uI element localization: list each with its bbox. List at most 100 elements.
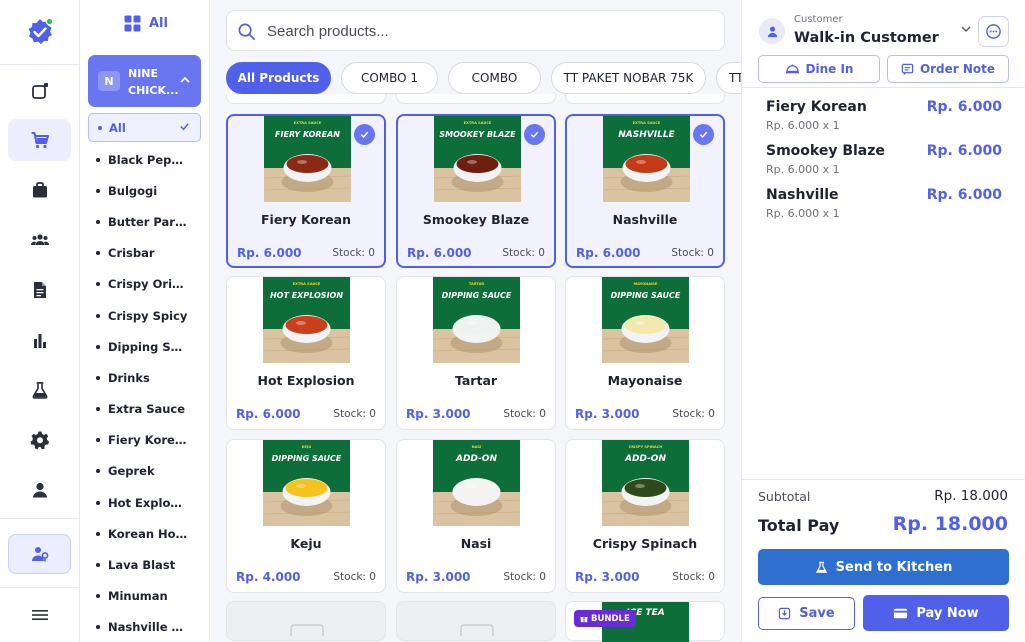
category-label: Crispy Origi... xyxy=(108,277,188,292)
pay-now-button[interactable]: Pay Now xyxy=(863,595,1009,631)
product-card-placeholder[interactable] xyxy=(396,601,556,641)
rail-new-window[interactable] xyxy=(8,70,71,112)
product-name: Crispy Spinach xyxy=(592,536,698,551)
product-card[interactable]: EXTRA SAUCE HOT EXPLOSION Hot Explosion Rp.… xyxy=(226,276,386,430)
rail-cart[interactable] xyxy=(8,119,71,161)
product-price: Rp. 3.000 xyxy=(575,407,640,421)
order-line-item[interactable]: Nashville Rp. 6.000 Rp. 6.000 x 1 xyxy=(766,187,1002,227)
rail-divider xyxy=(0,64,80,65)
product-name: Tartar xyxy=(454,373,498,388)
svg-text:FIERY KOREAN: FIERY KOREAN xyxy=(275,130,340,139)
product-image: MAYONAISE DIPPING SAUCE xyxy=(602,277,689,363)
svg-text:ADD-ON: ADD-ON xyxy=(455,454,497,464)
tab-tt-p[interactable]: TT P xyxy=(716,62,741,94)
product-stock: Stock: 0 xyxy=(333,571,376,583)
save-label: Save xyxy=(799,606,835,621)
product-area: All Products COMBO 1 COMBO TT PAKET NOBAR 7… xyxy=(211,0,741,642)
category-item[interactable]: Lava Blast xyxy=(96,549,204,580)
brand-selector[interactable]: N NINE CHICK... xyxy=(88,55,201,107)
brand-name-line1: NINE xyxy=(128,67,159,80)
tab-tt-paket-nobar-75k[interactable]: TT PAKET NOBAR 75K xyxy=(551,62,706,94)
category-item[interactable]: Nashville Del... xyxy=(96,612,204,642)
rail-menu[interactable] xyxy=(8,594,71,636)
chevron-down-icon[interactable] xyxy=(959,22,973,36)
menu-icon xyxy=(31,610,48,620)
product-image: NASI ADD-ON xyxy=(433,440,520,526)
category-item[interactable]: Crispy Origi... xyxy=(96,269,204,300)
app-logo-icon[interactable] xyxy=(26,18,54,46)
category-item[interactable]: Dipping Sau... xyxy=(96,331,204,362)
category-item[interactable]: Hot Explosion xyxy=(96,487,204,518)
tab-combo-1[interactable]: COMBO 1 xyxy=(341,62,438,94)
product-card[interactable]: CRISPY SPINACH ADD-ON Crispy Spinach Rp. 3.… xyxy=(565,439,725,593)
bullet xyxy=(96,188,100,193)
product-card[interactable]: EXTRA SAUCE NASHVILLE Nashville Rp. 6.000 St… xyxy=(565,114,725,268)
category-item[interactable]: Crisbar xyxy=(96,238,204,269)
product-card[interactable]: EXTRA SAUCE SMOOKEY BLAZE Smookey Blaze Rp.… xyxy=(396,114,556,268)
rail-settings[interactable] xyxy=(8,419,71,461)
selected-check-icon xyxy=(693,124,714,145)
rail-customers[interactable] xyxy=(8,219,71,261)
product-grid: EXTRA SAUCE FIERY KOREAN Fiery Korean Rp. 6… xyxy=(226,94,741,642)
tab-all-products[interactable]: All Products xyxy=(226,62,331,94)
category-item[interactable]: Crispy Spicy xyxy=(96,300,204,331)
category-item[interactable]: Geprek xyxy=(96,456,204,487)
rail-products[interactable] xyxy=(8,169,71,211)
category-label: Bulgogi xyxy=(108,183,158,198)
order-line-item[interactable]: Fiery Korean Rp. 6.000 Rp. 6.000 x 1 xyxy=(766,99,1002,139)
order-note-label: Order Note xyxy=(919,62,996,76)
svg-text:EXTRA SAUCE: EXTRA SAUCE xyxy=(633,121,661,125)
order-item-price: Rp. 6.000 xyxy=(926,99,1002,115)
category-label: Geprek xyxy=(108,464,155,479)
dine-in-button[interactable]: Dine In xyxy=(758,55,880,83)
save-button[interactable]: Save xyxy=(758,597,855,630)
category-item[interactable]: Minuman xyxy=(96,581,204,612)
bullet xyxy=(96,469,100,474)
order-item-name: Smookey Blaze xyxy=(766,143,885,159)
search-input[interactable] xyxy=(267,20,707,42)
bar-chart-icon xyxy=(33,334,46,348)
product-stock: Stock: 0 xyxy=(503,571,546,583)
customer-name[interactable]: Walk-in Customer xyxy=(794,30,939,46)
bundle-product-card[interactable]: ICE TEA BUNDLE xyxy=(565,601,725,642)
product-card-placeholder[interactable] xyxy=(226,601,386,641)
order-item-price: Rp. 6.000 xyxy=(926,143,1002,159)
product-card-partial xyxy=(396,94,556,104)
staff-icon xyxy=(31,547,48,562)
all-categories-button[interactable]: All xyxy=(124,13,168,33)
category-item[interactable]: Extra Sauce xyxy=(96,394,204,425)
category-item[interactable]: Drinks xyxy=(96,362,204,393)
bullet xyxy=(96,157,100,162)
category-item[interactable]: Black Pepper xyxy=(96,144,204,175)
rail-profile[interactable] xyxy=(8,469,71,511)
category-item[interactable]: Fiery Korean xyxy=(96,425,204,456)
more-options-button[interactable] xyxy=(978,16,1009,47)
person-icon xyxy=(32,482,47,498)
product-card[interactable]: KEJU DIPPING SAUCE Keju Rp. 4.000 Stock: 0 xyxy=(226,439,386,593)
rail-reports[interactable] xyxy=(8,269,71,311)
pos-app: All N NINE CHICK... All Black Pepper Bulg… xyxy=(0,0,1025,642)
subtotal-label: Subtotal xyxy=(758,489,811,504)
order-panel: Customer Walk-in Customer Dine In Order … xyxy=(741,0,1025,642)
order-line-item[interactable]: Smookey Blaze Rp. 6.000 Rp. 6.000 x 1 xyxy=(766,143,1002,183)
category-list: Black Pepper Bulgogi Butter Parm... Crisbar… xyxy=(96,144,204,642)
send-to-kitchen-button[interactable]: Send to Kitchen xyxy=(758,549,1009,585)
svg-text:CRISPY SPINACH: CRISPY SPINACH xyxy=(629,445,663,449)
rail-lab[interactable] xyxy=(8,369,71,411)
product-card[interactable]: EXTRA SAUCE FIERY KOREAN Fiery Korean Rp. 6… xyxy=(226,114,386,268)
category-item[interactable]: Korean Honey xyxy=(96,518,204,549)
tab-combo[interactable]: COMBO xyxy=(448,62,541,94)
bullet xyxy=(96,251,100,256)
product-card[interactable]: NASI ADD-ON Nasi Rp. 3.000 Stock: 0 xyxy=(396,439,556,593)
rail-analytics[interactable] xyxy=(8,320,71,362)
category-item[interactable]: Butter Parm... xyxy=(96,206,204,237)
rail-staff[interactable] xyxy=(8,534,71,574)
gift-icon xyxy=(580,616,588,622)
category-item-all[interactable]: All xyxy=(88,113,201,142)
product-card[interactable]: TARTAR DIPPING SAUCE Tartar Rp. 3.000 Stock:… xyxy=(396,276,556,430)
order-note-button[interactable]: Order Note xyxy=(887,55,1009,83)
product-card[interactable]: MAYONAISE DIPPING SAUCE Mayonaise Rp. 3.000… xyxy=(565,276,725,430)
category-item[interactable]: Bulgogi xyxy=(96,175,204,206)
image-placeholder-icon xyxy=(290,624,324,636)
bullet xyxy=(96,219,100,224)
